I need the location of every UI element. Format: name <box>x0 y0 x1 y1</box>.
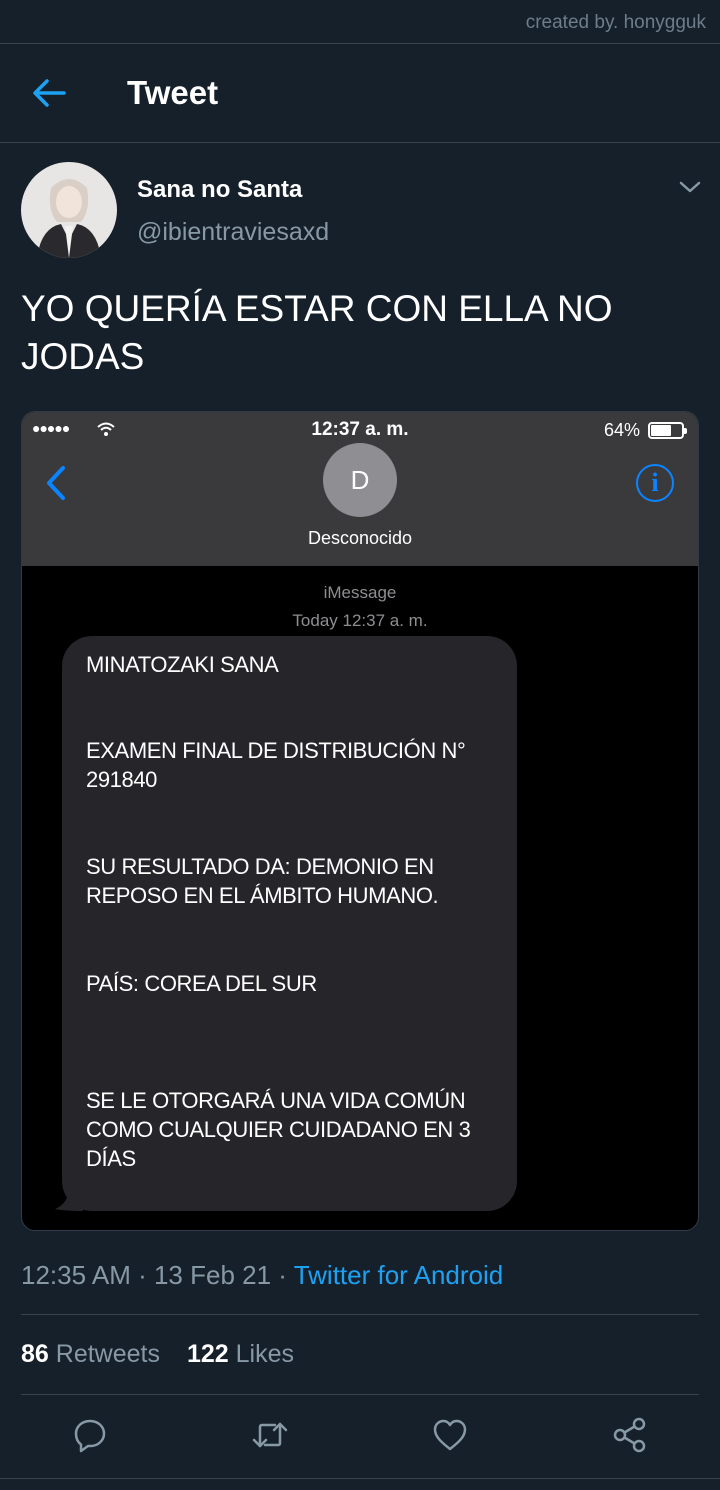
message-line: EXAMEN FINAL DE DISTRIBUCIÓN N° <box>86 738 466 763</box>
tweet-timestamp: 12:35 AM · 13 Feb 21 · <box>21 1260 294 1290</box>
message-line: SE LE OTORGARÁ UNA VIDA COMÚN <box>86 1088 466 1113</box>
share-icon[interactable] <box>611 1416 649 1454</box>
likes-stat[interactable]: 122 Likes <box>187 1340 294 1369</box>
comment-icon[interactable] <box>71 1416 109 1454</box>
imessage-header: ●●●●● 12:37 a. m. 64% D Desconocido i <box>22 412 698 566</box>
service-label: iMessage <box>323 583 397 602</box>
top-bar: Tweet <box>0 44 720 143</box>
heart-icon[interactable] <box>431 1416 469 1454</box>
ios-status-bar: ●●●●● 12:37 a. m. 64% <box>22 412 698 446</box>
tweet-source-link[interactable]: Twitter for Android <box>294 1260 504 1290</box>
tweet-stats: 86 Retweets 122 Likes <box>21 1340 294 1369</box>
action-bar <box>0 1396 720 1478</box>
message-line: MINATOZAKI SANA <box>86 652 279 677</box>
chevron-down-icon[interactable] <box>678 178 702 196</box>
tweet-image[interactable]: ●●●●● 12:37 a. m. 64% D Desconocido i iM… <box>21 411 699 1231</box>
chevron-left-icon <box>47 466 65 500</box>
message-line: DÍAS <box>86 1146 136 1171</box>
message-line: COMO CUALQUIER CUIDADANO EN 3 <box>86 1117 471 1142</box>
tweet-text: YO QUERÍA ESTAR CON ELLA NO JODAS <box>21 285 681 381</box>
page-title: Tweet <box>127 74 219 111</box>
contact-avatar: D <box>323 443 397 517</box>
battery-icon <box>648 422 687 439</box>
retweets-stat[interactable]: 86 Retweets <box>21 1340 160 1369</box>
avatar[interactable] <box>21 162 117 258</box>
message-line: SU RESULTADO DA: DEMONIO EN <box>86 854 434 879</box>
tweet-text-line: JODAS <box>21 336 145 377</box>
contact-name: Desconocido <box>307 528 413 548</box>
message-line: 291840 <box>86 767 158 792</box>
divider <box>21 1314 699 1315</box>
arrow-left-icon[interactable] <box>32 78 66 108</box>
credit-bar: created by. honygguk <box>0 0 720 44</box>
like-label: Likes <box>235 1340 294 1368</box>
tweet-text-line: YO QUERÍA ESTAR CON ELLA NO <box>21 288 613 329</box>
tweet-meta: 12:35 AM · 13 Feb 21 · Twitter for Andro… <box>21 1260 503 1291</box>
message-bubble: MINATOZAKI SANA EXAMEN FINAL DE DISTRIBU… <box>62 636 517 1211</box>
divider <box>0 1478 720 1479</box>
user-handle[interactable]: @ibientraviesaxd <box>137 218 329 247</box>
divider <box>21 1394 699 1395</box>
retweet-icon[interactable] <box>251 1416 289 1454</box>
message-date: Today 12:37 a. m. <box>292 611 428 630</box>
status-time: 12:37 a. m. <box>311 419 409 440</box>
battery-percent: 64% <box>603 420 640 440</box>
info-icon: i <box>636 464 674 502</box>
like-count: 122 <box>186 1340 229 1368</box>
display-name[interactable]: Sana no Santa <box>137 176 302 204</box>
retweet-label: Retweets <box>55 1340 160 1368</box>
credit-text: created by. honygguk <box>525 12 706 33</box>
message-line: PAÍS: COREA DEL SUR <box>86 971 317 996</box>
retweet-count: 86 <box>21 1340 49 1368</box>
message-line: REPOSO EN EL ÁMBITO HUMANO. <box>86 883 439 908</box>
